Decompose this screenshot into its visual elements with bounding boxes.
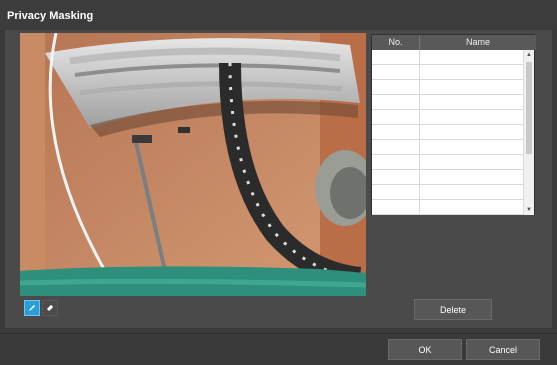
mask-list-body	[372, 50, 524, 215]
scroll-down-icon[interactable]: ▼	[526, 206, 532, 214]
cell-no	[372, 155, 420, 169]
cell-no	[372, 80, 420, 94]
erase-mask-button[interactable]	[42, 300, 58, 316]
cell-name	[420, 65, 524, 79]
cell-no	[372, 125, 420, 139]
cell-name	[420, 50, 524, 64]
cell-name	[420, 110, 524, 124]
scroll-up-icon[interactable]: ▲	[526, 51, 532, 59]
cell-name	[420, 185, 524, 199]
table-row[interactable]	[372, 185, 524, 200]
camera-preview[interactable]	[20, 33, 366, 296]
cell-no	[372, 170, 420, 184]
mask-list: No. Name ▲ ▼	[371, 34, 536, 215]
eraser-icon	[46, 304, 54, 312]
cell-name	[420, 125, 524, 139]
scroll-thumb[interactable]	[526, 62, 532, 154]
mask-list-header: No. Name	[372, 35, 536, 50]
cell-name	[420, 140, 524, 154]
cell-no	[372, 200, 420, 214]
table-row[interactable]	[372, 170, 524, 185]
cell-name	[420, 155, 524, 169]
cell-no	[372, 95, 420, 109]
column-header-name[interactable]: Name	[420, 35, 536, 50]
dialog-title-bar: Privacy Masking	[0, 0, 557, 30]
cell-no	[372, 110, 420, 124]
camera-preview-image	[20, 33, 366, 296]
dialog-title: Privacy Masking	[7, 10, 94, 22]
table-row[interactable]	[372, 200, 524, 215]
cell-no	[372, 185, 420, 199]
column-header-no[interactable]: No.	[372, 35, 420, 50]
table-row[interactable]	[372, 50, 524, 65]
ok-button[interactable]: OK	[388, 339, 462, 360]
table-row[interactable]	[372, 110, 524, 125]
cell-no	[372, 65, 420, 79]
cell-name	[420, 80, 524, 94]
cell-no	[372, 50, 420, 64]
cell-name	[420, 200, 524, 214]
cancel-button[interactable]: Cancel	[466, 339, 540, 360]
table-row[interactable]	[372, 65, 524, 80]
cell-name	[420, 170, 524, 184]
cell-name	[420, 95, 524, 109]
table-row[interactable]	[372, 140, 524, 155]
draw-mask-button[interactable]	[24, 300, 40, 316]
table-row[interactable]	[372, 125, 524, 140]
cell-no	[372, 140, 420, 154]
table-row[interactable]	[372, 155, 524, 170]
table-row[interactable]	[372, 80, 524, 95]
delete-button[interactable]: Delete	[414, 299, 492, 320]
pencil-icon	[29, 305, 35, 311]
table-row[interactable]	[372, 95, 524, 110]
mask-list-scrollbar[interactable]: ▲ ▼	[523, 50, 534, 215]
